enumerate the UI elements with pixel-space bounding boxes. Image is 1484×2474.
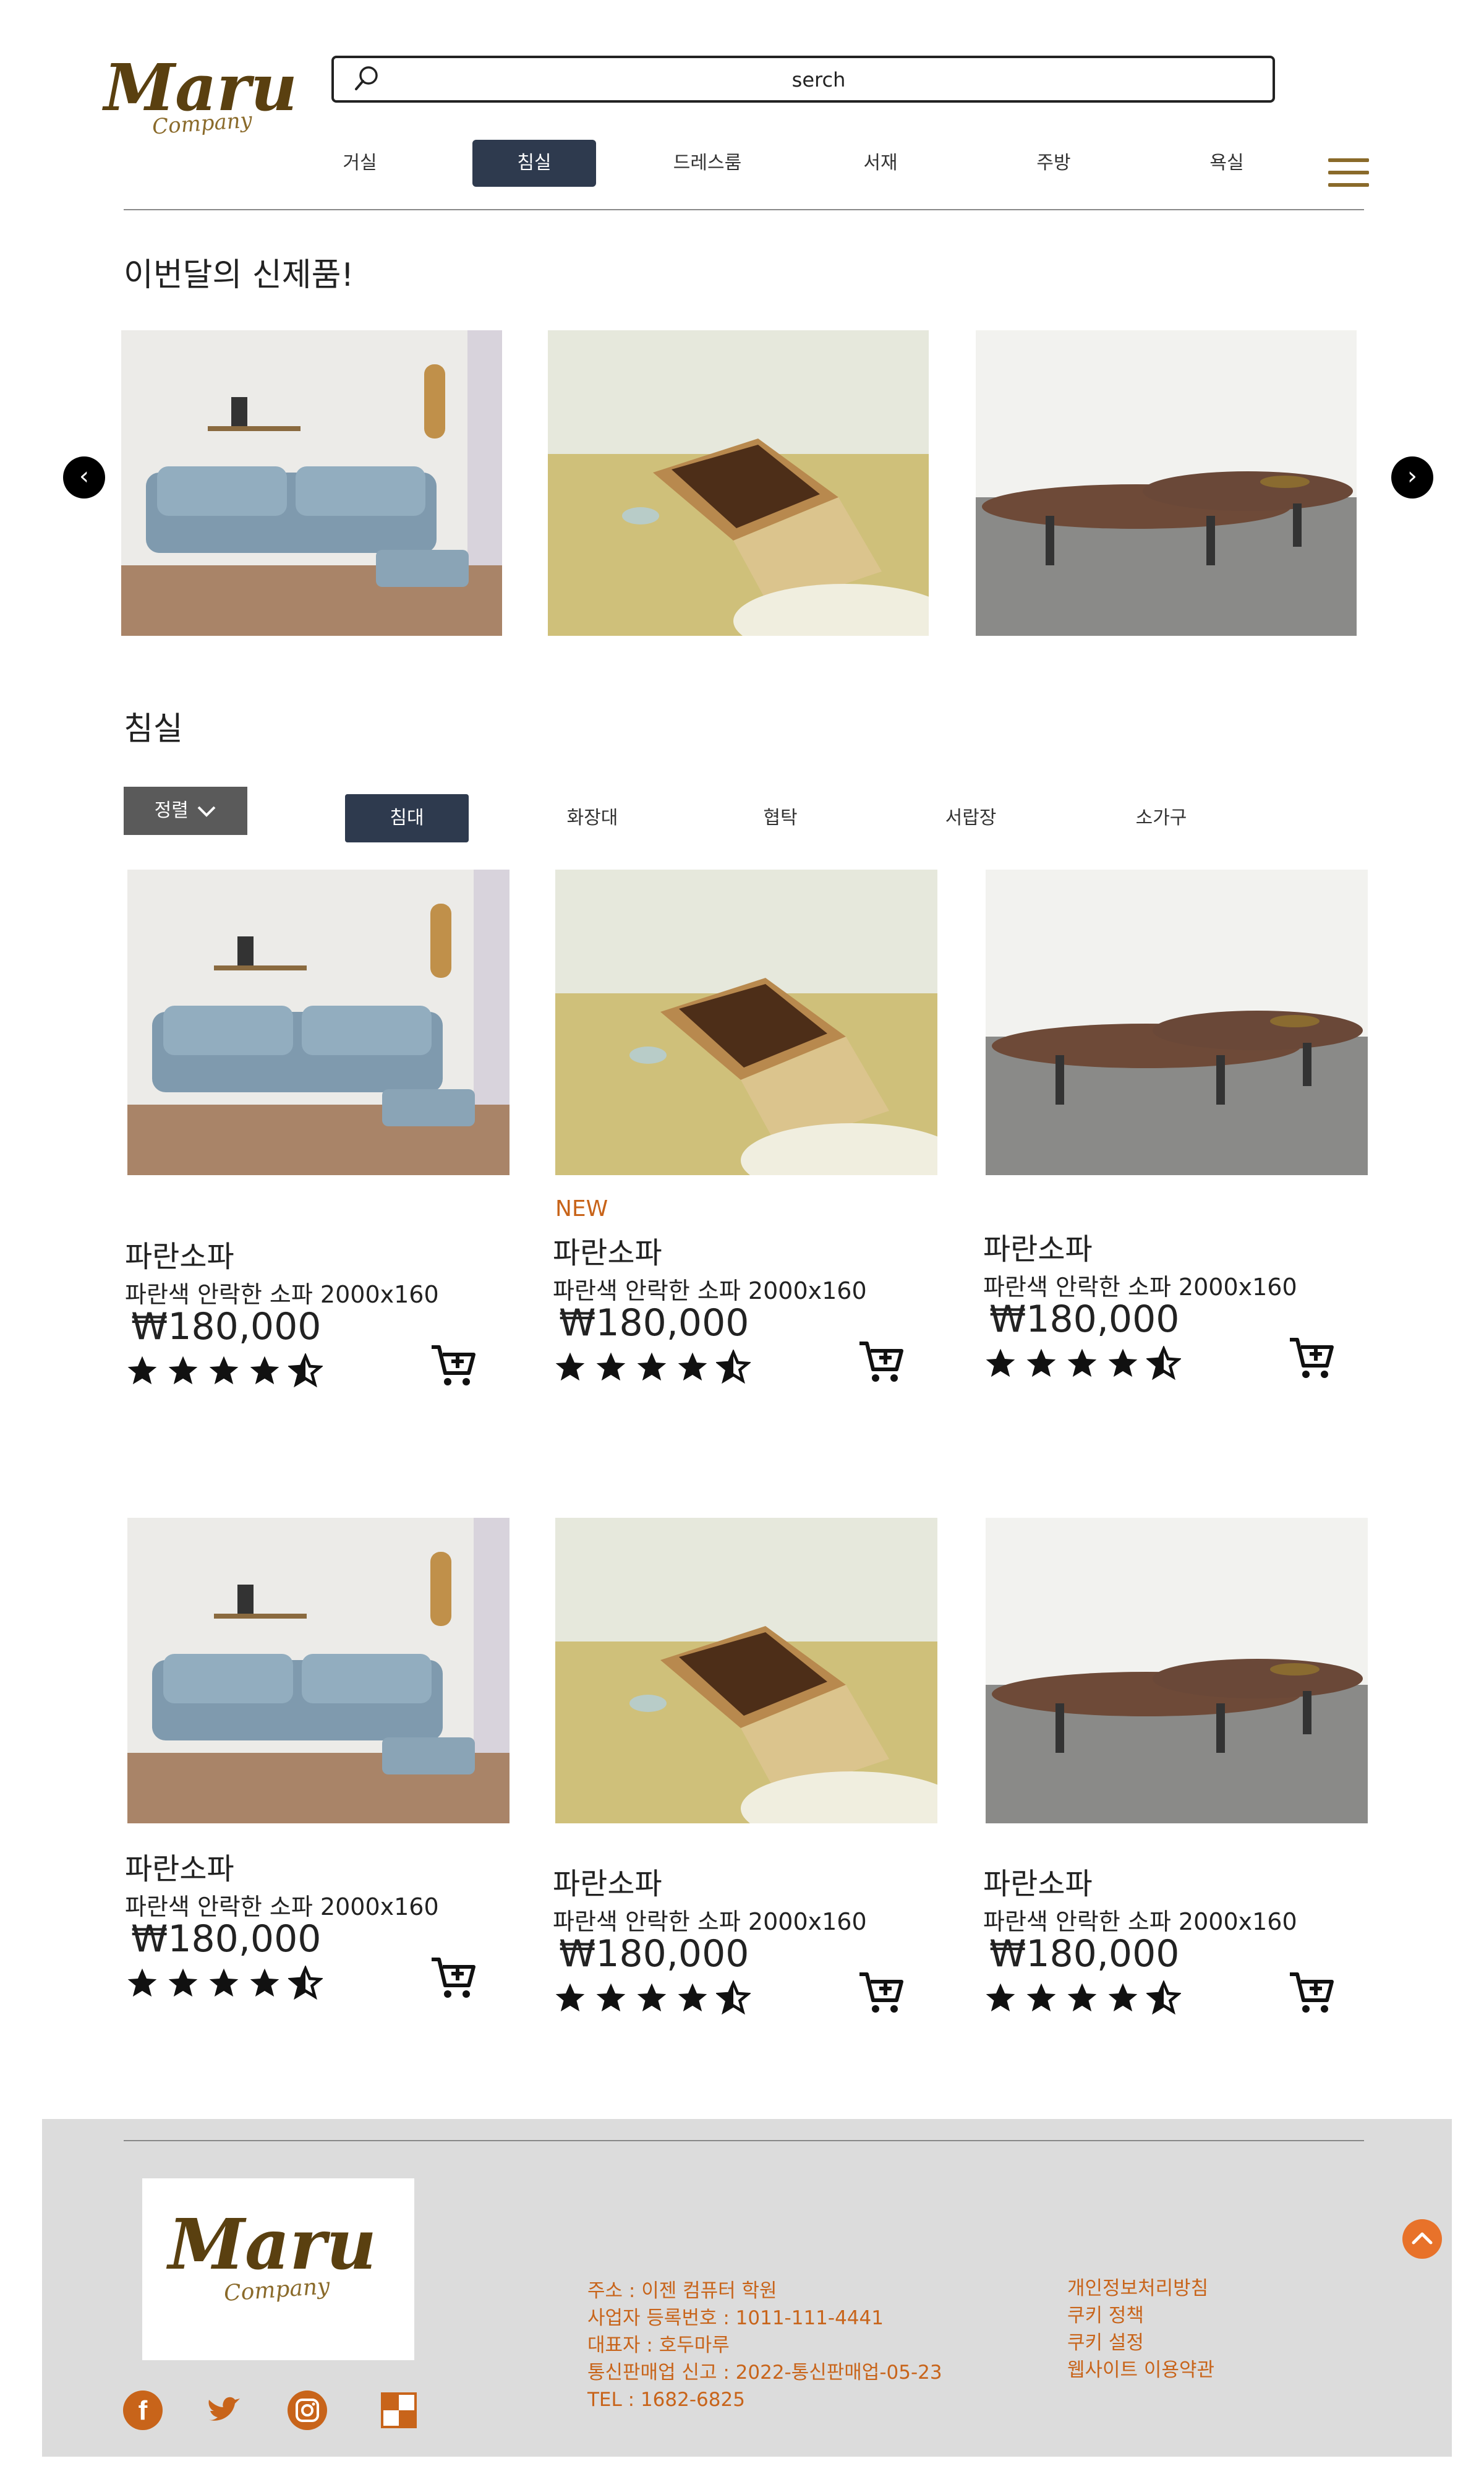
twitter-icon[interactable] [204, 2390, 245, 2431]
star-full-icon [555, 1352, 585, 1381]
star-full-icon [596, 1352, 626, 1381]
star-half-icon [287, 1352, 324, 1388]
add-to-cart-icon[interactable] [429, 1341, 479, 1390]
product-description: 파란색 안락한 소파 2000x160 [553, 1277, 867, 1304]
star-full-icon [250, 1356, 279, 1385]
privacy-policy-link[interactable]: 개인정보처리방침 [1067, 2275, 1315, 2302]
product-description: 파란색 안락한 소파 2000x160 [125, 1281, 439, 1308]
policy-links: 개인정보처리방침 쿠키 정책 쿠키 설정 웹사이트 이용약관 [1067, 2275, 1315, 2384]
star-full-icon [250, 1968, 279, 1997]
product-image[interactable] [555, 1518, 937, 1823]
rating-stars [125, 1352, 329, 1390]
star-full-icon [1026, 1348, 1056, 1377]
facebook-icon[interactable]: f [122, 2390, 163, 2431]
star-full-icon [168, 1356, 198, 1385]
product-price: ₩180,000 [989, 1298, 1180, 1341]
product-price: ₩180,000 [131, 1917, 322, 1961]
blog-icon[interactable] [378, 2390, 419, 2431]
star-half-icon [287, 1964, 324, 2000]
product-image[interactable] [555, 870, 937, 1175]
ceo-text: 대표자 : 호두마루 [587, 2334, 730, 2356]
scroll-top-button[interactable] [1402, 2219, 1442, 2259]
logo-wordmark: Maru [168, 2204, 377, 2285]
cookie-settings-link[interactable]: 쿠키 설정 [1067, 2329, 1315, 2356]
star-full-icon [1067, 1983, 1097, 2012]
star-full-icon [1067, 1348, 1097, 1377]
star-full-icon [1108, 1983, 1138, 2012]
product-image[interactable] [986, 870, 1368, 1175]
star-full-icon [555, 1983, 585, 2012]
product-name[interactable]: 파란소파 [983, 1859, 1093, 1903]
star-full-icon [596, 1983, 626, 2012]
product-name[interactable]: 파란소파 [553, 1228, 662, 1272]
star-full-icon [986, 1983, 1015, 2012]
add-to-cart-icon[interactable] [857, 1337, 906, 1387]
product-image[interactable] [127, 1518, 510, 1823]
chevron-up-icon [1412, 2232, 1433, 2245]
product-description: 파란색 안락한 소파 2000x160 [983, 1273, 1297, 1301]
rating-stars [553, 1979, 757, 2018]
rating-stars [125, 1964, 329, 2003]
product-image[interactable] [986, 1518, 1368, 1823]
business-number-text: 사업자 등록번호 : 1011-111-4441 [587, 2307, 884, 2329]
star-full-icon [637, 1352, 667, 1381]
star-full-icon [678, 1352, 707, 1381]
star-full-icon [209, 1356, 239, 1385]
rating-stars [983, 1345, 1187, 1383]
star-full-icon [1026, 1983, 1056, 2012]
add-to-cart-icon[interactable] [1287, 1968, 1337, 2018]
new-badge: NEW [555, 1196, 608, 1222]
product-price: ₩180,000 [131, 1305, 322, 1348]
product-price: ₩180,000 [989, 1932, 1180, 1975]
product-name[interactable]: 파란소파 [983, 1225, 1093, 1268]
add-to-cart-icon[interactable] [1287, 1333, 1337, 1383]
footer-logo[interactable]: Maru Company [142, 2178, 414, 2360]
star-half-icon [1145, 1345, 1182, 1380]
star-full-icon [127, 1356, 157, 1385]
svg-text:f: f [139, 2395, 148, 2426]
product-name[interactable]: 파란소파 [125, 1844, 234, 1888]
star-full-icon [986, 1348, 1015, 1377]
cookie-policy-link[interactable]: 쿠키 정책 [1067, 2302, 1315, 2329]
mail-order-text: 통신판매업 신고 : 2022-통신판매업-05-23 [587, 2361, 942, 2384]
address-text: 주소 : 이젠 컴퓨터 학원 [587, 2280, 777, 2302]
product-price: ₩180,000 [559, 1932, 749, 1975]
phone-text: TEL : 1682-6825 [587, 2389, 745, 2411]
add-to-cart-icon[interactable] [857, 1968, 906, 2018]
product-grid: 파란소파 파란색 안락한 소파 2000x160 ₩180,000 NEW 파란소파 파란… [0, 0, 1484, 2103]
product-name[interactable]: 파란소파 [553, 1859, 662, 1903]
add-to-cart-icon[interactable] [429, 1953, 479, 2003]
star-half-icon [715, 1348, 752, 1384]
star-full-icon [127, 1968, 157, 1997]
footer: Maru Company f 주소 : 이젠 컴퓨터 학원 사업자 등록번호 :… [42, 2119, 1452, 2457]
star-full-icon [637, 1983, 667, 2012]
product-name[interactable]: 파란소파 [125, 1232, 234, 1275]
star-full-icon [168, 1968, 198, 1997]
footer-divider [124, 2140, 1364, 2141]
star-half-icon [1145, 1979, 1182, 2015]
terms-link[interactable]: 웹사이트 이용약관 [1067, 2356, 1315, 2384]
product-description: 파란색 안락한 소파 2000x160 [125, 1893, 439, 1920]
star-full-icon [209, 1968, 239, 1997]
rating-stars [983, 1979, 1187, 2018]
product-description: 파란색 안락한 소파 2000x160 [553, 1908, 867, 1935]
star-full-icon [1108, 1348, 1138, 1377]
product-description: 파란색 안락한 소파 2000x160 [983, 1908, 1297, 1935]
instagram-icon[interactable] [287, 2390, 328, 2431]
product-price: ₩180,000 [559, 1301, 749, 1345]
star-full-icon [678, 1983, 707, 2012]
star-half-icon [715, 1979, 752, 2015]
rating-stars [553, 1348, 757, 1387]
product-image[interactable] [127, 870, 510, 1175]
company-info: 주소 : 이젠 컴퓨터 학원 사업자 등록번호 : 1011-111-4441 … [587, 2277, 1057, 2413]
